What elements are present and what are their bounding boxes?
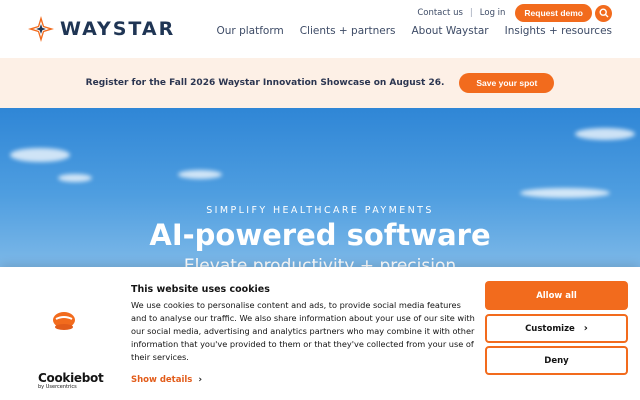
show-details-link[interactable]: Show details › — [131, 375, 202, 385]
cookiebot-brand[interactable]: Cookiebot by Usercentrics — [38, 371, 104, 390]
show-details-label: Show details — [131, 375, 193, 385]
main-nav: Our platform Clients + partners About Wa… — [201, 25, 612, 37]
nav-item-about-waystar[interactable]: About Waystar — [412, 25, 489, 37]
cookiebot-icon — [53, 312, 75, 330]
deny-label: Deny — [544, 355, 569, 366]
deny-button[interactable]: Deny — [485, 346, 628, 375]
request-demo-button[interactable]: Request demo — [515, 4, 592, 22]
save-your-spot-button[interactable]: Save your spot — [459, 73, 555, 93]
site-header: WAYSTAR Contact us | Log in Request demo… — [0, 0, 640, 58]
hero-cloud — [575, 128, 635, 140]
cookie-body-text: We use cookies to personalise content an… — [131, 300, 475, 362]
util-divider: | — [469, 8, 473, 18]
nav-item-insights-resources[interactable]: Insights + resources — [505, 25, 612, 37]
chevron-right-icon: › — [583, 323, 588, 334]
customize-label: Customize — [525, 323, 575, 334]
utility-nav: Contact us | Log in Request demo — [417, 4, 612, 22]
hero-cloud — [10, 148, 70, 162]
waystar-star-logo-icon — [28, 16, 54, 42]
hero-title: AI-powered software — [149, 218, 491, 252]
contact-us-link[interactable]: Contact us — [417, 8, 463, 18]
customize-button[interactable]: Customize › — [485, 314, 628, 343]
cookie-title: This website uses cookies — [131, 284, 270, 295]
search-button[interactable] — [595, 4, 612, 22]
nav-item-clients-partners[interactable]: Clients + partners — [300, 25, 396, 37]
log-in-link[interactable]: Log in — [480, 8, 506, 18]
cookie-consent-banner: Cookiebot by Usercentrics This website u… — [0, 267, 640, 400]
search-icon — [598, 8, 608, 18]
banner-text: Register for the Fall 2026 Waystar Innov… — [85, 78, 445, 88]
nav-item-our-platform[interactable]: Our platform — [217, 25, 284, 37]
hero-cloud — [58, 174, 92, 182]
allow-all-label: Allow all — [536, 290, 577, 301]
waystar-logo[interactable]: WAYSTAR — [28, 16, 175, 42]
logo-wordmark: WAYSTAR — [60, 18, 176, 40]
cookiebot-brand-name: Cookiebot — [38, 371, 104, 385]
allow-all-button[interactable]: Allow all — [485, 281, 628, 310]
hero-cloud — [520, 188, 610, 198]
announcement-banner: Register for the Fall 2026 Waystar Innov… — [0, 58, 640, 108]
chevron-right-icon: › — [198, 375, 203, 385]
hero-cloud — [178, 170, 222, 179]
hero-eyebrow: SIMPLIFY HEALTHCARE PAYMENTS — [206, 205, 434, 216]
